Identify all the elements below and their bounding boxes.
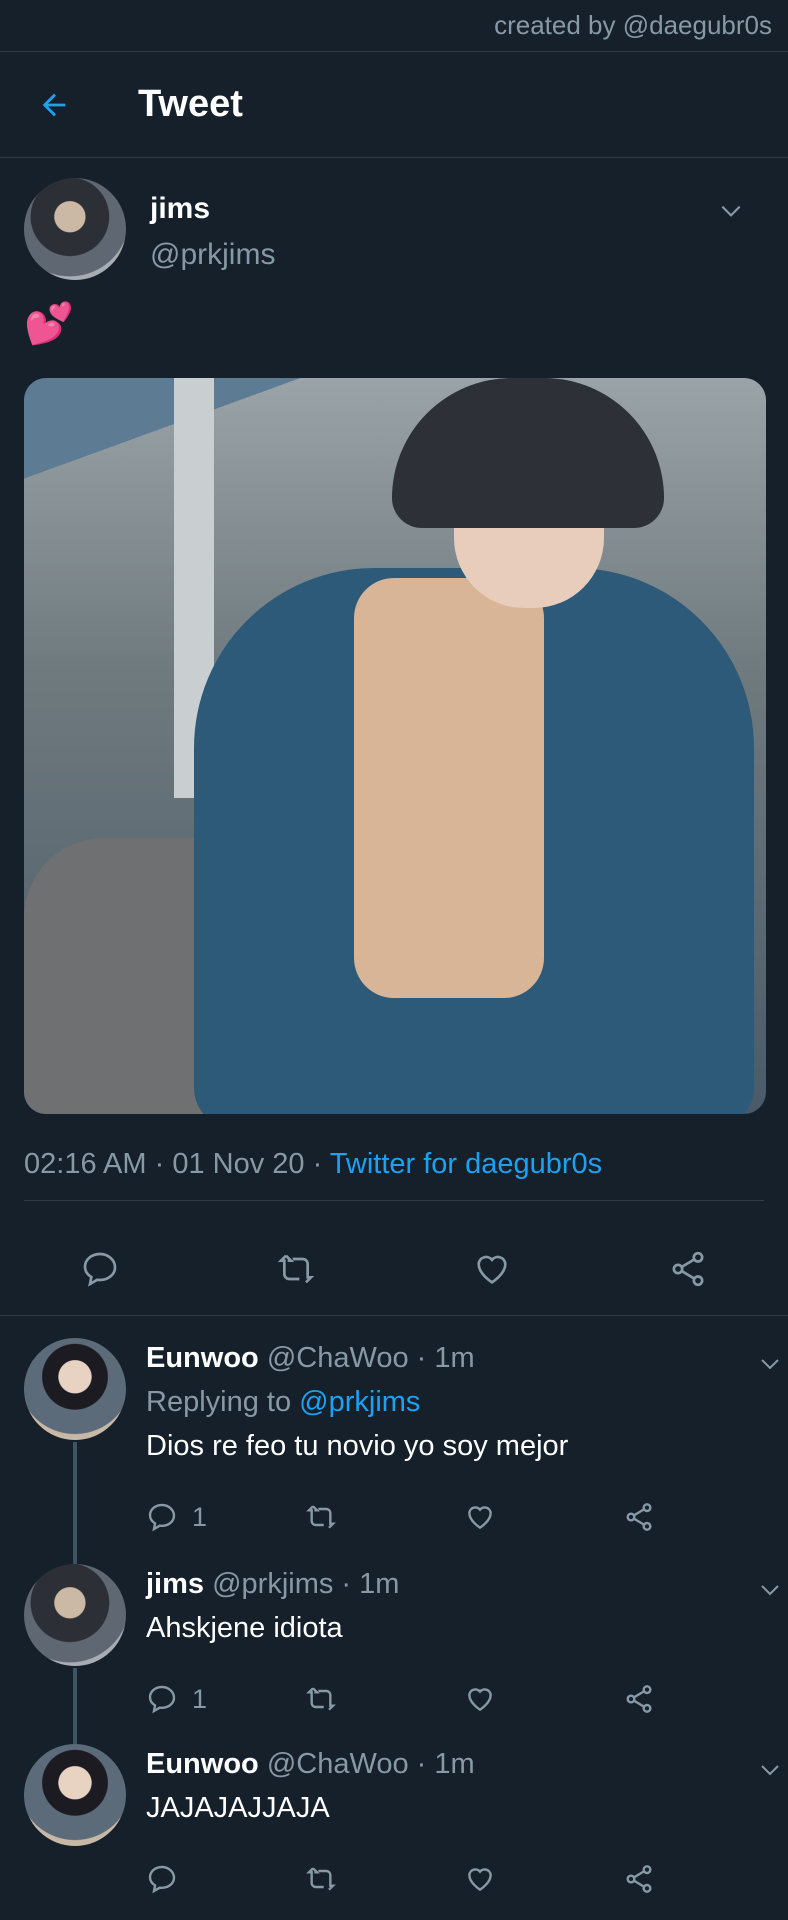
list-item[interactable]: Eunwoo @ChaWoo · 1m Replying to @prkjims…: [0, 1338, 788, 1564]
top-bar: Tweet: [0, 52, 788, 158]
credit-bar: created by @daegubr0s: [0, 0, 788, 52]
heart-icon: [468, 1688, 492, 1712]
retweet-icon: [306, 1687, 336, 1711]
reply-actions: 1: [146, 1482, 782, 1552]
share-icon[interactable]: [668, 1249, 708, 1289]
tweet-time: 02:16 AM: [24, 1148, 147, 1180]
share-button[interactable]: [623, 1501, 782, 1533]
reply-text: Ahskjene idiota: [146, 1612, 343, 1644]
back-button[interactable]: [34, 85, 74, 125]
reply-actions: 1: [146, 1664, 782, 1734]
reply-author-handle: @ChaWoo: [266, 1342, 409, 1374]
tweet-actions: [24, 1223, 764, 1315]
thread-line: [73, 1668, 77, 1744]
author-name[interactable]: jims: [150, 192, 275, 226]
author-handle[interactable]: @prkjims: [150, 238, 275, 272]
retweet-button[interactable]: [305, 1863, 464, 1895]
tweet-source-link[interactable]: Twitter for daegubr0s: [330, 1148, 602, 1180]
avatar[interactable]: [24, 1338, 126, 1440]
reply-count: 1: [192, 1683, 208, 1714]
retweet-icon: [306, 1505, 336, 1529]
reply-text: JAJAJAJJAJA: [146, 1792, 330, 1824]
like-button[interactable]: [464, 1683, 623, 1715]
main-tweet: jims @prkjims 💕 02:16 AM · 01 Nov 20 · T…: [0, 158, 788, 1315]
mention-link[interactable]: @prkjims: [299, 1386, 420, 1418]
avatar[interactable]: [24, 1564, 126, 1666]
reply-actions: [146, 1844, 782, 1914]
reply-icon: [148, 1865, 176, 1894]
reply-icon[interactable]: [80, 1249, 120, 1289]
reply-button[interactable]: [146, 1863, 305, 1895]
reply-author-handle: @prkjims: [212, 1568, 334, 1600]
replying-to: Replying to @prkjims: [146, 1386, 421, 1418]
list-item[interactable]: Eunwoo @ChaWoo · 1m JAJAJAJJAJA: [0, 1744, 788, 1914]
chevron-down-icon[interactable]: [758, 1352, 782, 1376]
reply-author-handle: @ChaWoo: [266, 1748, 409, 1780]
reply-icon: [148, 1503, 176, 1532]
avatar[interactable]: [24, 1744, 126, 1846]
reply-time: 1m: [359, 1568, 400, 1600]
like-button[interactable]: [464, 1501, 623, 1533]
reply-thread: Eunwoo @ChaWoo · 1m Replying to @prkjims…: [0, 1316, 788, 1914]
reply-author-name[interactable]: Eunwoo: [146, 1748, 259, 1780]
chevron-down-icon[interactable]: [718, 198, 744, 224]
like-button[interactable]: [464, 1863, 623, 1895]
share-icon: [626, 1685, 652, 1713]
share-icon: [626, 1503, 652, 1531]
tweet-date: 01 Nov 20: [172, 1148, 305, 1180]
chevron-down-icon[interactable]: [758, 1578, 782, 1602]
share-button[interactable]: [623, 1863, 782, 1895]
reply-author-name[interactable]: Eunwoo: [146, 1342, 259, 1374]
reply-icon: [148, 1685, 176, 1714]
arrow-left-icon: [42, 93, 66, 116]
avatar[interactable]: [24, 178, 126, 280]
reply-author-name[interactable]: jims: [146, 1568, 204, 1600]
heart-icon[interactable]: [472, 1249, 512, 1289]
page-title: Tweet: [138, 83, 243, 125]
retweet-icon[interactable]: [276, 1249, 316, 1289]
reply-time: 1m: [434, 1748, 475, 1780]
thread-line: [73, 1442, 77, 1564]
tweet-author: jims @prkjims: [24, 158, 764, 290]
chevron-down-icon[interactable]: [758, 1758, 782, 1782]
share-button[interactable]: [623, 1683, 782, 1715]
heart-icon: [468, 1506, 492, 1530]
retweet-button[interactable]: [305, 1501, 464, 1533]
divider: [24, 1200, 764, 1201]
retweet-button[interactable]: [305, 1683, 464, 1715]
reply-text: Dios re feo tu novio yo soy mejor: [146, 1430, 569, 1462]
heart-icon: [468, 1868, 492, 1892]
reply-button[interactable]: 1: [146, 1501, 305, 1533]
tweet-photo[interactable]: [24, 378, 766, 1114]
tweet-meta: 02:16 AM · 01 Nov 20 · Twitter for daegu…: [24, 1148, 603, 1180]
reply-count: 1: [192, 1501, 208, 1532]
list-item[interactable]: jims @prkjims · 1m Ahskjene idiota 1: [0, 1564, 788, 1744]
tweet-text: 💕: [24, 302, 74, 346]
share-icon: [626, 1865, 652, 1893]
reply-time: 1m: [434, 1342, 475, 1374]
reply-button[interactable]: 1: [146, 1683, 305, 1715]
credit-text: created by @daegubr0s: [494, 10, 772, 40]
retweet-icon: [306, 1867, 336, 1891]
